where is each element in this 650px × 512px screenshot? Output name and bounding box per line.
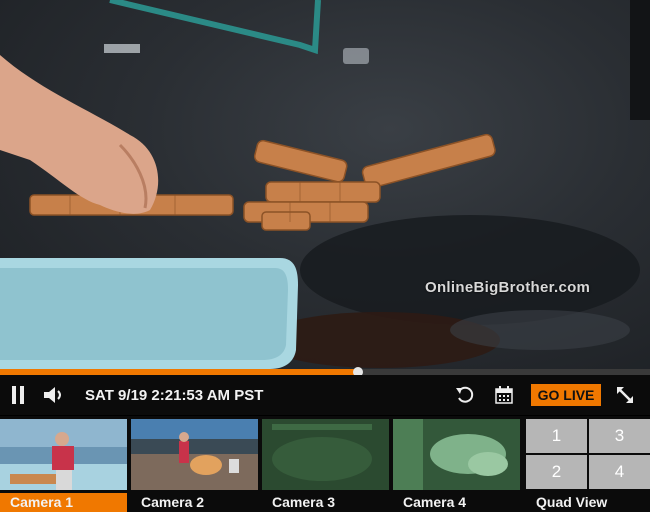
pause-button[interactable]	[8, 385, 28, 405]
quad-grid: 1 3 2 4	[526, 419, 650, 490]
camera-3-thumb[interactable]: Camera 3	[262, 419, 389, 512]
camera-2-label: Camera 2	[141, 494, 205, 510]
camera-4-label: Camera 4	[403, 494, 467, 510]
quad-view-thumb[interactable]: 1 3 2 4 Quad View	[526, 419, 650, 512]
timestamp: SAT 9/19 2:21:53 AM PST	[85, 387, 264, 404]
quad-cell-1: 1	[526, 419, 587, 453]
quad-cell-4: 4	[589, 455, 650, 489]
replay-icon	[456, 386, 474, 403]
camera-3-label: Camera 3	[272, 494, 336, 510]
calendar-button[interactable]	[493, 384, 515, 406]
camera-4-thumb[interactable]: Camera 4	[393, 419, 520, 512]
volume-icon	[44, 387, 61, 403]
quad-cell-2: 2	[526, 455, 587, 489]
fullscreen-icon	[617, 387, 633, 403]
pause-icon	[12, 386, 24, 404]
fullscreen-button[interactable]	[613, 384, 637, 406]
watermark: OnlineBigBrother.com	[425, 279, 591, 296]
volume-button[interactable]	[42, 384, 66, 406]
camera-1-preview	[0, 419, 127, 490]
camera-1-label: Camera 1	[0, 493, 127, 512]
video-scene	[0, 0, 650, 369]
replay-button[interactable]	[454, 384, 476, 406]
video-frame[interactable]: OnlineBigBrother.com	[0, 0, 650, 369]
calendar-icon	[495, 386, 513, 404]
quad-cell-3: 3	[589, 419, 650, 453]
camera-4-preview	[393, 419, 520, 490]
quad-view-label: Quad View	[536, 494, 608, 510]
camera-3-preview	[262, 419, 389, 490]
camera-1-thumb[interactable]: Camera 1	[0, 419, 127, 512]
camera-2-thumb[interactable]: Camera 2	[131, 419, 258, 512]
go-live-button[interactable]: GO LIVE	[531, 384, 601, 406]
camera-strip: Camera 1 Camera 2 Camera 3 Camera 4 1 3 …	[0, 416, 650, 512]
control-bar: SAT 9/19 2:21:53 AM PST GO LIVE	[0, 375, 650, 415]
camera-2-preview	[131, 419, 258, 490]
